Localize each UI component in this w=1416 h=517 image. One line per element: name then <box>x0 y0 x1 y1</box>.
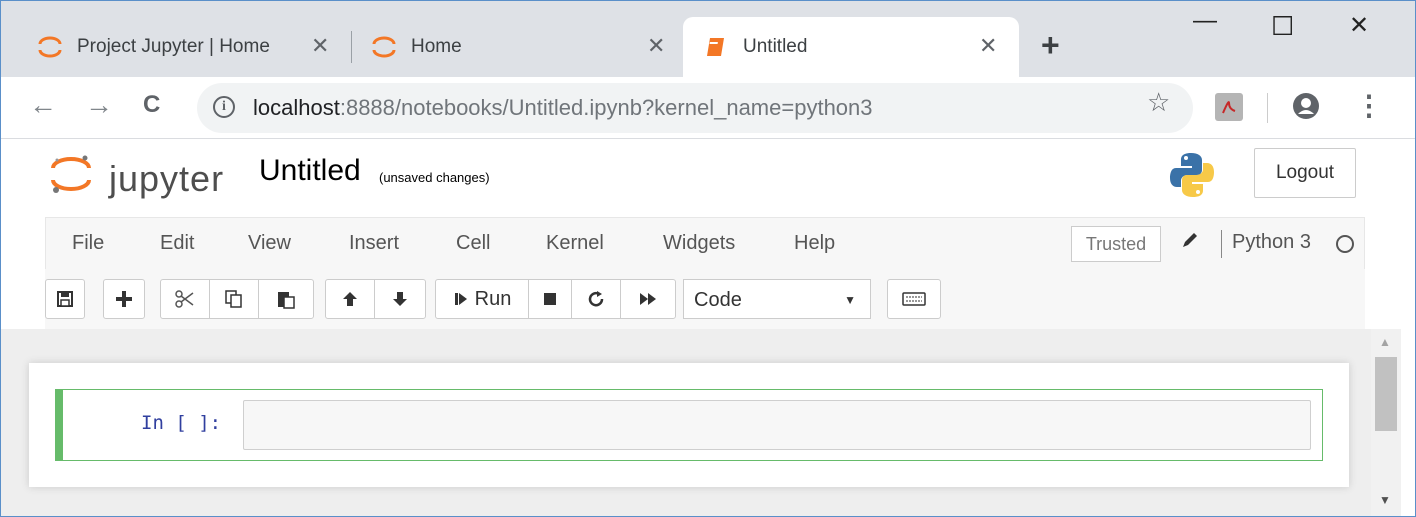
step-forward-icon <box>454 293 467 305</box>
paste-icon <box>278 292 295 309</box>
edit-mode-pencil-icon <box>1180 230 1200 256</box>
trusted-button[interactable]: Trusted <box>1071 226 1161 262</box>
insert-cell-below-button[interactable] <box>103 279 145 319</box>
tab-title: Untitled <box>743 36 808 57</box>
back-button[interactable]: ← <box>29 89 57 121</box>
logout-button[interactable]: Logout <box>1254 148 1356 198</box>
menu-insert[interactable]: Insert <box>349 232 399 255</box>
tab-close-icon[interactable]: ✕ <box>979 33 997 59</box>
bookmark-star-icon[interactable]: ☆ <box>1147 87 1170 118</box>
forward-button[interactable]: → <box>85 89 113 121</box>
paste-cells-button[interactable] <box>258 279 314 319</box>
site-info-icon[interactable]: i <box>213 96 235 118</box>
jupyter-logo[interactable]: jupyter <box>49 150 239 202</box>
move-cell-down-button[interactable] <box>374 279 426 319</box>
jupyter-logo-icon <box>371 34 397 60</box>
menu-edit[interactable]: Edit <box>160 232 194 255</box>
kernel-separator <box>1221 230 1222 258</box>
arrow-up-icon <box>343 292 357 306</box>
tab-title: Project Jupyter | Home <box>77 36 270 57</box>
kernel-idle-indicator-icon <box>1336 235 1354 253</box>
toolbar-separator <box>1267 93 1268 123</box>
maximize-button[interactable]: ☐ <box>1271 11 1294 42</box>
reload-button[interactable]: C <box>143 91 160 119</box>
notebook-container: In [ ]: <box>29 363 1349 487</box>
browser-window: Project Jupyter | Home ✕ Home ✕ Untitled <box>0 0 1416 517</box>
run-button[interactable]: Run <box>435 279 529 319</box>
restart-icon <box>588 291 604 307</box>
scroll-down-arrow-icon[interactable]: ▼ <box>1379 493 1391 507</box>
run-label: Run <box>474 287 512 310</box>
scroll-thumb[interactable] <box>1375 357 1397 431</box>
move-cell-up-button[interactable] <box>325 279 375 319</box>
restart-run-all-button[interactable] <box>620 279 676 319</box>
menu-cell[interactable]: Cell <box>456 232 490 255</box>
url-text: localhost:8888/notebooks/Untitled.ipynb?… <box>253 95 873 121</box>
new-tab-button[interactable]: + <box>1041 27 1060 64</box>
scroll-up-arrow-icon[interactable]: ▲ <box>1379 335 1391 349</box>
save-button[interactable] <box>45 279 85 319</box>
kernel-name[interactable]: Python 3 <box>1232 231 1311 254</box>
close-window-button[interactable]: ✕ <box>1349 11 1369 40</box>
browser-toolbar: ← → C i localhost:8888/notebooks/Untitle… <box>1 77 1415 139</box>
code-input-area[interactable] <box>243 400 1311 450</box>
notebook-menubar: File Edit View Insert Cell Kernel Widget… <box>45 217 1365 269</box>
python-logo-icon <box>1167 150 1217 200</box>
browser-menu-icon[interactable]: ⋮ <box>1355 89 1383 122</box>
dropdown-caret-icon: ▼ <box>844 293 856 307</box>
cut-cells-button[interactable] <box>160 279 210 319</box>
fast-forward-icon <box>640 293 656 305</box>
input-prompt: In [ ]: <box>141 412 222 434</box>
tab-title: Home <box>411 36 462 57</box>
arrow-down-icon <box>393 292 407 306</box>
notebook-toolbar: Run Code ▼ <box>45 269 1365 329</box>
tab-untitled-active[interactable]: Untitled ✕ <box>683 17 1019 77</box>
cell-type-value: Code <box>694 289 742 311</box>
jupyter-logo-icon <box>51 155 91 193</box>
keyboard-icon <box>902 292 926 306</box>
copy-cells-button[interactable] <box>209 279 259 319</box>
tab-project-jupyter-home[interactable]: Project Jupyter | Home ✕ <box>17 17 337 77</box>
code-cell-selected[interactable]: In [ ]: <box>55 389 1323 461</box>
copy-icon <box>225 290 242 308</box>
minimize-button[interactable]: — <box>1193 7 1217 35</box>
url-path: :8888/notebooks/Untitled.ipynb?kernel_na… <box>339 95 873 120</box>
save-icon <box>57 291 73 307</box>
scissors-icon <box>175 290 194 308</box>
menu-kernel[interactable]: Kernel <box>546 232 604 255</box>
save-status: (unsaved changes) <box>379 170 490 185</box>
address-bar[interactable]: i localhost:8888/notebooks/Untitled.ipyn… <box>197 83 1193 133</box>
tab-home[interactable]: Home ✕ <box>351 17 673 77</box>
notebook-title[interactable]: Untitled <box>259 154 361 188</box>
tab-strip: Project Jupyter | Home ✕ Home ✕ Untitled <box>1 1 1415 77</box>
menu-widgets[interactable]: Widgets <box>663 232 735 255</box>
notebook-area: In [ ]: <box>1 329 1371 516</box>
jupyter-header: jupyter Untitled (unsaved changes) Logou… <box>1 140 1415 218</box>
interrupt-kernel-button[interactable] <box>528 279 572 319</box>
jupyter-logo-icon <box>37 34 63 60</box>
notebook-icon <box>703 34 729 60</box>
menu-file[interactable]: File <box>72 232 104 255</box>
restart-kernel-button[interactable] <box>571 279 621 319</box>
command-palette-button[interactable] <box>887 279 941 319</box>
tab-close-icon[interactable]: ✕ <box>311 33 329 59</box>
tab-close-icon[interactable]: ✕ <box>647 33 665 59</box>
url-host: localhost <box>253 95 340 120</box>
stop-icon <box>544 293 556 305</box>
page-scrollbar[interactable]: ▲ ▼ <box>1371 329 1401 516</box>
pdf-extension-icon[interactable] <box>1215 93 1243 121</box>
plus-icon <box>116 291 132 307</box>
cell-type-select[interactable]: Code ▼ <box>683 279 871 319</box>
menu-help[interactable]: Help <box>794 232 835 255</box>
jupyter-wordmark: jupyter <box>109 158 225 199</box>
profile-avatar-icon[interactable] <box>1291 91 1321 121</box>
menu-view[interactable]: View <box>248 232 291 255</box>
